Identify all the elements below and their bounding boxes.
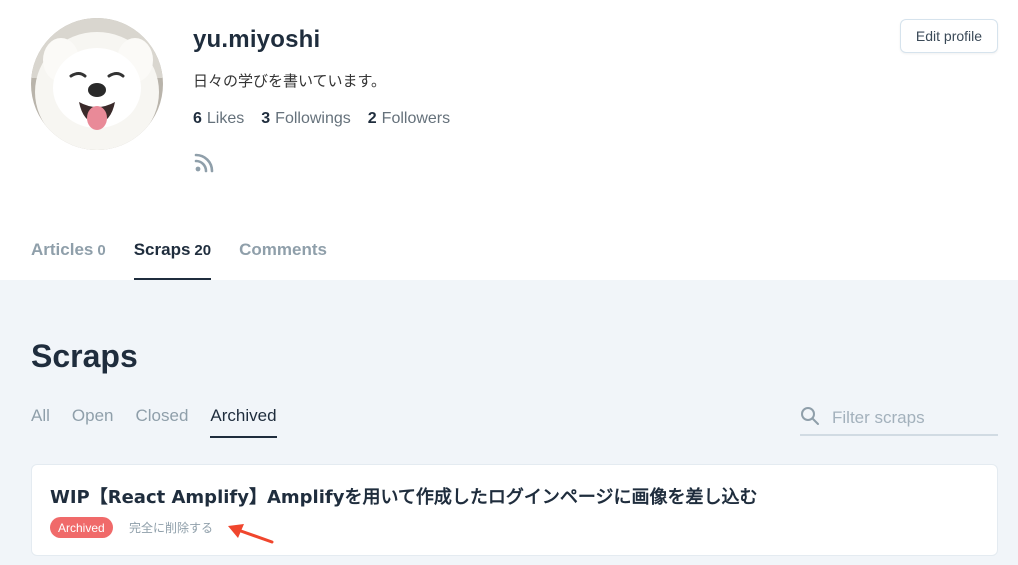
filter-search <box>800 402 999 436</box>
tab-comments[interactable]: Comments <box>239 240 327 280</box>
tab-label: Scraps <box>133 240 191 259</box>
followers-label: Followers <box>381 110 451 127</box>
tab-count: 0 <box>97 242 106 259</box>
filter-open[interactable]: Open <box>72 406 114 438</box>
tab-scraps[interactable]: Scraps 20 <box>133 240 212 280</box>
section-title: Scraps <box>31 338 138 374</box>
search-icon <box>801 407 819 425</box>
followings-stat[interactable]: 3 Followings <box>261 110 351 128</box>
archived-badge: Archived <box>50 517 113 538</box>
profile-tabs: Articles 0 Scraps 20 Comments <box>31 240 327 280</box>
likes-count: 6 <box>193 110 202 127</box>
rss-icon[interactable] <box>193 150 217 174</box>
followings-label: Followings <box>275 110 351 127</box>
avatar[interactable] <box>31 18 163 150</box>
followers-stat[interactable]: 2 Followers <box>368 110 450 128</box>
scrap-card[interactable]: WIP【React Amplify】Amplifyを用いて作成したログインページ… <box>31 464 998 556</box>
followers-count: 2 <box>367 110 377 127</box>
delete-permanently-link[interactable]: 完全に削除する <box>129 519 213 536</box>
edit-profile-button[interactable]: Edit profile <box>900 19 998 53</box>
filter-closed[interactable]: Closed <box>136 406 189 438</box>
dog-avatar-icon <box>31 18 163 150</box>
scraps-section: Scraps All Open Closed Archived WIP【Reac… <box>0 280 1018 565</box>
search-input[interactable] <box>830 404 999 432</box>
profile-header: yu.miyoshi 日々の学びを書いています。 6 Likes 3 Followi… <box>0 0 1018 280</box>
scrap-filters: All Open Closed Archived <box>31 406 277 438</box>
tab-label: Comments <box>239 240 327 259</box>
scrap-title[interactable]: WIP【React Amplify】Amplifyを用いて作成したログインページ… <box>50 483 758 509</box>
bio: 日々の学びを書いています。 <box>193 72 387 90</box>
followings-count: 3 <box>261 110 271 127</box>
profile-stats: 6 Likes 3 Followings 2 Followers <box>193 110 450 128</box>
annotation-arrow-icon <box>228 524 274 544</box>
filter-archived[interactable]: Archived <box>210 406 277 438</box>
tab-articles[interactable]: Articles 0 <box>31 240 106 280</box>
likes-stat[interactable]: 6 Likes <box>193 110 244 128</box>
filter-all[interactable]: All <box>31 406 50 438</box>
tab-label: Articles <box>31 240 94 259</box>
likes-label: Likes <box>206 110 245 127</box>
username: yu.miyoshi <box>193 26 321 53</box>
tab-count: 20 <box>194 242 212 259</box>
